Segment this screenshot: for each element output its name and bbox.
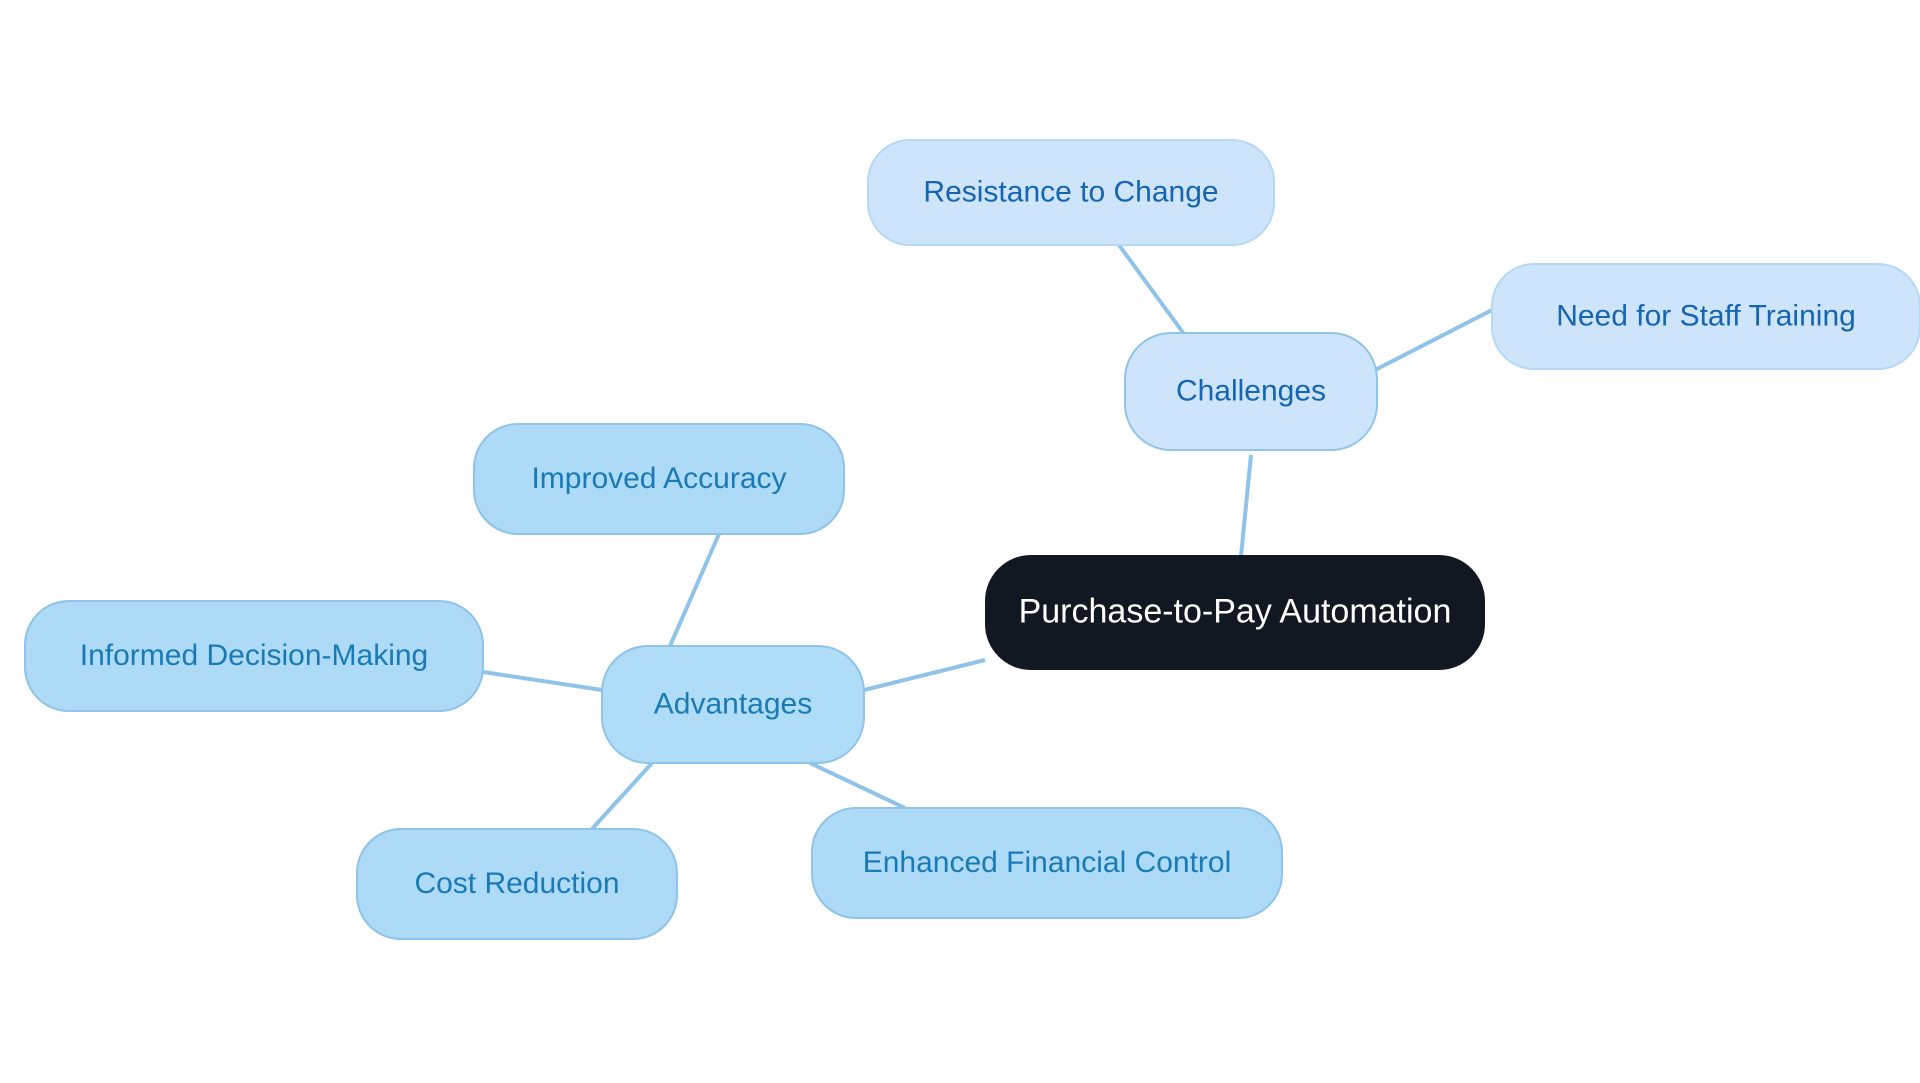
node-label-root: Purchase-to-Pay Automation: [1019, 592, 1452, 630]
node-staff-training[interactable]: Need for Staff Training: [1491, 263, 1920, 370]
node-challenges[interactable]: Challenges: [1124, 332, 1378, 451]
node-informed-decision[interactable]: Informed Decision-Making: [24, 600, 484, 712]
node-cost-reduction[interactable]: Cost Reduction: [356, 828, 678, 940]
node-label-challenges: Challenges: [1176, 374, 1326, 407]
node-label-staff-training: Need for Staff Training: [1556, 299, 1856, 332]
node-resistance[interactable]: Resistance to Change: [867, 139, 1275, 246]
node-label-informed-decision: Informed Decision-Making: [80, 639, 428, 672]
node-label-resistance: Resistance to Change: [923, 175, 1218, 208]
mindmap-canvas: Purchase-to-Pay Automation Challenges Adva…: [0, 0, 1920, 1083]
node-label-cost-reduction: Cost Reduction: [414, 867, 619, 900]
node-label-financial-control: Enhanced Financial Control: [863, 846, 1232, 879]
node-advantages[interactable]: Advantages: [601, 645, 865, 764]
node-label-improved-accuracy: Improved Accuracy: [531, 462, 786, 495]
node-financial-control[interactable]: Enhanced Financial Control: [811, 807, 1283, 919]
node-label-advantages: Advantages: [654, 687, 812, 720]
node-root[interactable]: Purchase-to-Pay Automation: [985, 555, 1485, 670]
node-improved-accuracy[interactable]: Improved Accuracy: [473, 423, 845, 535]
